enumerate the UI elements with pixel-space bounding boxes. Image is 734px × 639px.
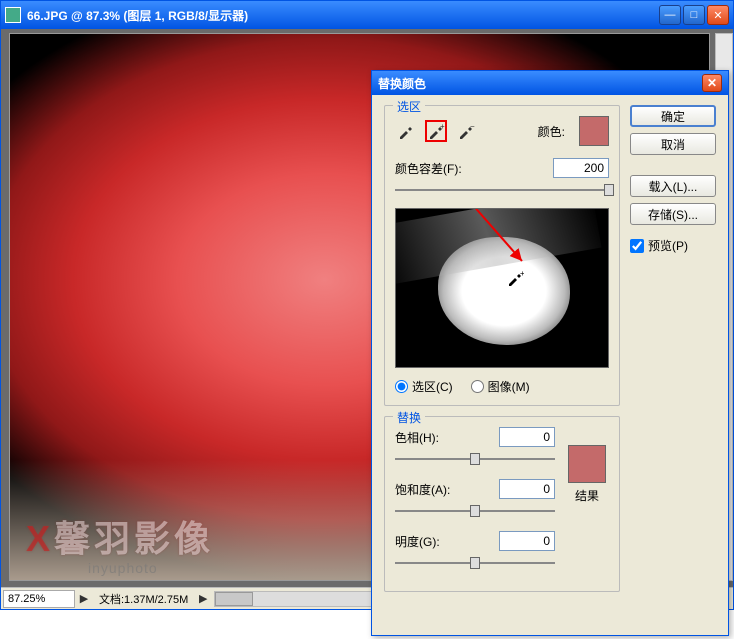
saturation-slider[interactable] [395, 503, 555, 519]
hue-slider[interactable] [395, 451, 555, 467]
close-button[interactable]: ✕ [707, 5, 729, 25]
selection-mask-shape [438, 237, 569, 344]
document-titlebar[interactable]: 66.JPG @ 87.3% (图层 1, RGB/8/显示器) — □ ✕ [1, 1, 733, 29]
selection-preview[interactable]: + [395, 208, 609, 368]
svg-text:+: + [520, 269, 524, 278]
eyedropper-tool[interactable] [395, 120, 417, 142]
color-label: 颜色: [538, 123, 565, 140]
save-button[interactable]: 存储(S)... [630, 203, 716, 225]
load-button[interactable]: 载入(L)... [630, 175, 716, 197]
selection-group: 选区 + − 颜色: 颜色容差(F): [384, 105, 620, 406]
document-info: 文档:1.37M/2.75M [91, 591, 196, 607]
selection-color-swatch[interactable] [579, 116, 609, 146]
maximize-button[interactable]: □ [683, 5, 705, 25]
saturation-input[interactable] [499, 479, 555, 499]
fuzziness-label: 颜色容差(F): [395, 160, 547, 177]
eyedropper-subtract-tool[interactable]: − [455, 120, 477, 142]
lightness-input[interactable] [499, 531, 555, 551]
watermark: X馨羽影像 [26, 510, 214, 562]
radio-selection-input[interactable] [395, 380, 408, 393]
statusbar-arrow2-icon[interactable]: ▶ [196, 592, 210, 605]
lightness-slider[interactable] [395, 555, 555, 571]
slider-thumb[interactable] [470, 557, 480, 569]
svg-text:+: + [440, 122, 445, 131]
replace-color-dialog: 替换颜色 ✕ 选区 + − 颜色: [371, 70, 729, 636]
preview-eyedropper-cursor-icon: + [506, 269, 524, 290]
selection-legend: 选区 [393, 98, 425, 115]
eyedropper-add-tool[interactable]: + [425, 120, 447, 142]
fuzziness-slider[interactable] [395, 182, 609, 198]
hue-input[interactable] [499, 427, 555, 447]
dialog-title: 替换颜色 [378, 75, 702, 92]
watermark-sub: inyuphoto [88, 560, 158, 576]
statusbar-arrow-icon[interactable]: ▶ [77, 592, 91, 605]
cancel-button[interactable]: 取消 [630, 133, 716, 155]
dialog-titlebar[interactable]: 替换颜色 ✕ [372, 71, 728, 95]
hue-label: 色相(H): [395, 429, 457, 446]
result-label: 结果 [575, 487, 599, 504]
saturation-label: 饱和度(A): [395, 481, 457, 498]
fuzziness-slider-thumb[interactable] [604, 184, 614, 196]
replace-group: 替换 色相(H): 饱和度(A): [384, 416, 620, 592]
document-icon [5, 7, 21, 23]
radio-image-input[interactable] [471, 380, 484, 393]
replace-legend: 替换 [393, 409, 425, 426]
radio-image[interactable]: 图像(M) [471, 378, 530, 395]
ok-button[interactable]: 确定 [630, 105, 716, 127]
svg-text:−: − [470, 122, 475, 131]
document-title: 66.JPG @ 87.3% (图层 1, RGB/8/显示器) [27, 7, 659, 24]
lightness-label: 明度(G): [395, 533, 457, 550]
preview-checkbox[interactable] [630, 239, 644, 253]
preview-checkbox-label[interactable]: 预览(P) [630, 237, 716, 254]
radio-selection[interactable]: 选区(C) [395, 378, 453, 395]
dialog-close-button[interactable]: ✕ [702, 74, 722, 92]
scrollbar-thumb[interactable] [215, 592, 253, 606]
zoom-input[interactable]: 87.25% [3, 590, 75, 608]
result-color-swatch[interactable] [568, 445, 606, 483]
slider-thumb[interactable] [470, 453, 480, 465]
minimize-button[interactable]: — [659, 5, 681, 25]
fuzziness-input[interactable] [553, 158, 609, 178]
slider-thumb[interactable] [470, 505, 480, 517]
